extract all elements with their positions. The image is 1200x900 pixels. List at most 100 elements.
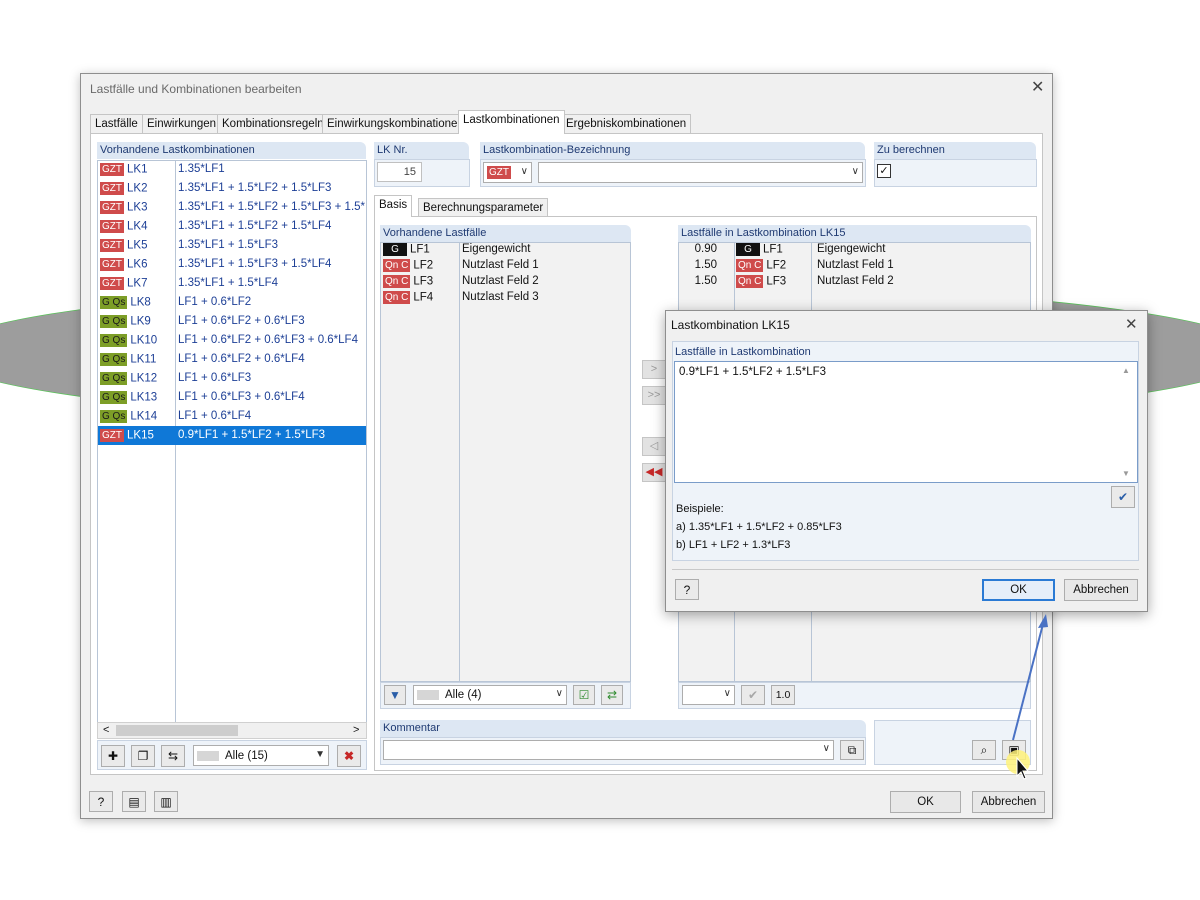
factor-select[interactable]: ∨ — [682, 685, 735, 705]
new-icon: ✚ — [107, 749, 119, 763]
copy-combination-button[interactable]: ❐ — [131, 745, 155, 767]
subtab-berechnungsparameter[interactable]: Berechnungsparameter — [418, 198, 549, 218]
load-case-id: LF3 — [413, 275, 434, 288]
help-icon: ? — [97, 795, 105, 809]
close-icon[interactable]: ✕ — [1031, 80, 1044, 96]
combination-filter-select[interactable]: Alle (15) ▼ — [193, 745, 329, 766]
swap-button[interactable]: ⇄ — [601, 685, 623, 705]
load-case-name: Nutzlast Feld 3 — [462, 291, 539, 303]
new-combination-button[interactable]: ✚ — [101, 745, 125, 767]
subtab-basis[interactable]: Basis — [374, 195, 413, 217]
popup-title: Lastkombination LK15 — [671, 318, 790, 332]
zu-berechnen-checkbox[interactable]: ✓ — [877, 164, 891, 178]
scroll-right-icon[interactable]: > — [353, 724, 359, 736]
filter-icon: ▼ — [389, 688, 401, 702]
table-row[interactable]: GZT LK4 1.35*LF1 + 1.5*LF2 + 1.5*LF4 — [98, 217, 366, 236]
load-case-filter-select[interactable]: Alle (4) ∨ — [413, 685, 567, 705]
scroll-up-icon[interactable]: ▲ — [1122, 366, 1130, 375]
factor-value[interactable]: 1.50 — [679, 275, 731, 287]
table-row[interactable]: GZT LK5 1.35*LF1 + 1.5*LF3 — [98, 236, 366, 255]
kommentar-input[interactable]: ∨ — [383, 740, 834, 760]
available-load-cases-list[interactable] — [380, 242, 631, 682]
limit-state-select[interactable]: GZT ∨ — [483, 162, 532, 183]
filter-value: Alle (15) — [225, 750, 268, 762]
add-all-button[interactable]: >> — [642, 386, 666, 405]
table-row[interactable]: GZT LK7 1.35*LF1 + 1.5*LF4 — [98, 274, 366, 293]
help-button[interactable]: ? — [89, 791, 113, 812]
lk-nr-field[interactable]: 15 — [377, 162, 422, 182]
table-row[interactable]: GZT LK6 1.35*LF1 + 1.5*LF3 + 1.5*LF4 — [98, 255, 366, 274]
table-row[interactable]: G Qs LK13 LF1 + 0.6*LF3 + 0.6*LF4 — [98, 388, 366, 407]
tab-einwirkungskombinationen[interactable]: Einwirkungskombinationen — [322, 114, 469, 134]
table-row[interactable]: G Qs LK8 LF1 + 0.6*LF2 — [98, 293, 366, 312]
combination-formula: LF1 + 0.6*LF2 + 0.6*LF3 + 0.6*LF4 — [178, 334, 358, 346]
horizontal-scrollbar[interactable]: < > — [97, 722, 367, 739]
tab-kombinationsregeln[interactable]: Kombinationsregeln — [217, 114, 329, 134]
factor-value[interactable]: 0.90 — [679, 243, 731, 255]
combination-formula: 1.35*LF1 + 1.5*LF2 + 1.5*LF3 + 1.5* — [178, 201, 366, 213]
list-item[interactable]: Qn C LF2 Nutzlast Feld 1 — [381, 258, 630, 274]
open-button[interactable]: ▤ — [122, 791, 146, 812]
edit-formula-button[interactable]: ▣ — [1002, 740, 1026, 760]
remove-all-button[interactable]: ◀◀ — [642, 463, 666, 482]
add-one-button[interactable]: > — [642, 360, 666, 379]
factor-one-button[interactable]: 1.0 — [771, 685, 795, 705]
scroll-down-icon[interactable]: ▼ — [1122, 469, 1130, 478]
combination-id: LK10 — [130, 334, 158, 347]
scroll-left-icon[interactable]: < — [103, 724, 109, 736]
scrollbar-thumb[interactable] — [116, 725, 238, 736]
ok-button[interactable]: OK — [890, 791, 961, 813]
comment-library-button[interactable]: ⧉ — [840, 740, 864, 760]
table-row[interactable]: G Qs LK10 LF1 + 0.6*LF2 + 0.6*LF3 + 0.6*LF… — [98, 331, 366, 350]
table-row[interactable]: G Qs LK12 LF1 + 0.6*LF3 — [98, 369, 366, 388]
list-item[interactable]: 1.50 Qn C LF2 Nutzlast Feld 1 — [679, 258, 1030, 274]
apply-factor-button[interactable]: ✔ — [741, 685, 765, 705]
table-row[interactable]: G Qs LK14 LF1 + 0.6*LF4 — [98, 407, 366, 426]
check-list-icon: ☑ — [578, 688, 590, 702]
table-row[interactable]: G Qs LK9 LF1 + 0.6*LF2 + 0.6*LF3 — [98, 312, 366, 331]
tab-lastkombinationen[interactable]: Lastkombinationen — [458, 110, 565, 134]
combination-id: LK14 — [130, 410, 158, 423]
renumber-button[interactable]: ⇆ — [161, 745, 185, 767]
list-item[interactable]: 1.50 Qn C LF3 Nutzlast Feld 2 — [679, 274, 1030, 290]
limit-state-badge: GZT — [100, 201, 124, 214]
combination-id: LK9 — [130, 315, 151, 328]
table-row[interactable]: GZT LK2 1.35*LF1 + 1.5*LF2 + 1.5*LF3 — [98, 179, 366, 198]
filter-button[interactable]: ▼ — [384, 685, 406, 705]
popup-help-button[interactable]: ? — [675, 579, 699, 600]
list-item[interactable]: Qn C LF3 Nutzlast Feld 2 — [381, 274, 630, 290]
apply-formula-button[interactable]: ✔ — [1111, 486, 1135, 508]
formula-textarea[interactable]: 0.9*LF1 + 1.5*LF2 + 1.5*LF3 — [674, 361, 1138, 483]
load-case-id: LF2 — [766, 259, 787, 272]
table-row[interactable]: GZT LK1 1.35*LF1 — [98, 160, 366, 179]
combination-id: LK8 — [130, 296, 151, 309]
action-badge: Qn C — [736, 259, 764, 272]
library-icon: ⧉ — [847, 743, 857, 757]
tab-einwirkungen[interactable]: Einwirkungen — [142, 114, 222, 134]
list-item[interactable]: 0.90 G LF1 Eigengewicht — [679, 242, 1030, 258]
delete-combination-button[interactable]: ✖ — [337, 745, 361, 767]
preview-button[interactable]: ⌕ — [972, 740, 996, 760]
save-button[interactable]: ▥ — [154, 791, 178, 812]
limit-state-badge: GZT — [100, 258, 124, 271]
limit-state-badge: GZT — [100, 182, 124, 195]
table-row[interactable]: GZT LK15 0.9*LF1 + 1.5*LF2 + 1.5*LF3 — [98, 426, 366, 445]
bezeichnung-input[interactable]: ∨ — [538, 162, 863, 183]
limit-state-badge: G Qs — [100, 296, 128, 309]
popup-cancel-button[interactable]: Abbrechen — [1064, 579, 1138, 601]
cancel-button[interactable]: Abbrechen — [972, 791, 1045, 813]
table-row[interactable]: G Qs LK11 LF1 + 0.6*LF2 + 0.6*LF4 — [98, 350, 366, 369]
tab-ergebniskombinationen[interactable]: Ergebniskombinationen — [561, 114, 692, 134]
table-row[interactable]: GZT LK3 1.35*LF1 + 1.5*LF2 + 1.5*LF3 + 1.5… — [98, 198, 366, 217]
select-all-button[interactable]: ☑ — [573, 685, 595, 705]
list-item[interactable]: G LF1 Eigengewicht — [381, 242, 630, 258]
list-item[interactable]: Qn C LF4 Nutzlast Feld 3 — [381, 290, 630, 306]
tab-lastfaelle[interactable]: Lastfälle — [90, 114, 143, 134]
lk-nr-label: LK Nr. — [374, 142, 469, 159]
action-badge: Qn C — [383, 259, 411, 272]
example-b: b) LF1 + LF2 + 1.3*LF3 — [676, 539, 791, 551]
popup-close-icon[interactable]: ✕ — [1125, 317, 1138, 333]
factor-value[interactable]: 1.50 — [679, 259, 731, 271]
popup-ok-button[interactable]: OK — [982, 579, 1055, 601]
remove-one-button[interactable]: ◁ — [642, 437, 666, 456]
